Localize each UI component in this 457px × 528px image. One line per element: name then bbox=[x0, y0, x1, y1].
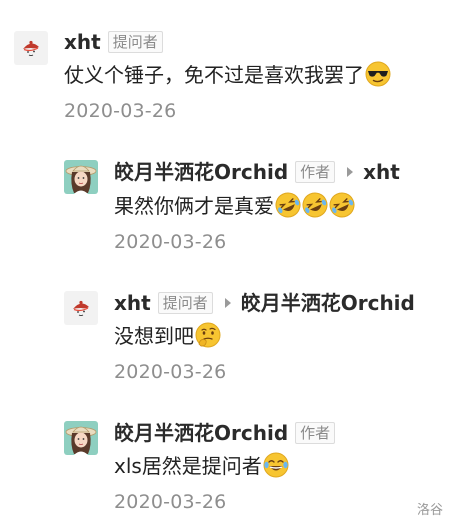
role-badge: 作者 bbox=[295, 422, 336, 444]
watermark: 洛谷 bbox=[416, 503, 443, 518]
comment-text-content: 没想到吧 bbox=[114, 324, 194, 348]
avatar[interactable] bbox=[14, 31, 48, 65]
crying-laughing-emoji bbox=[263, 452, 289, 478]
reply-arrow-icon bbox=[224, 298, 231, 308]
comment-meta: xht 提问者 皎月半洒花Orchid bbox=[114, 290, 415, 316]
comment-text-content: 果然你俩才是真爱 bbox=[114, 194, 274, 218]
role-badge: 提问者 bbox=[107, 31, 163, 53]
reply-to-username-link[interactable]: xht bbox=[363, 159, 400, 185]
orchid-avatar-image bbox=[64, 160, 98, 194]
xht-avatar-image bbox=[14, 31, 48, 65]
username-link[interactable]: xht bbox=[114, 290, 151, 316]
comment-date: 2020-03-26 bbox=[64, 100, 177, 122]
avatar[interactable] bbox=[64, 421, 98, 455]
rolling-laughing-emoji bbox=[302, 192, 328, 218]
comment-date: 2020-03-26 bbox=[114, 491, 227, 513]
comment-date: 2020-03-26 bbox=[114, 361, 227, 383]
comment-text: 仗义个锤子，免不过是喜欢我罢了 bbox=[64, 61, 391, 89]
comment-meta: 皎月半洒花Orchid 作者 bbox=[114, 420, 336, 446]
comment-text-content: xls居然是提问者 bbox=[114, 454, 262, 478]
sunglasses-emoji bbox=[365, 61, 391, 87]
comment-text: xls居然是提问者 bbox=[114, 452, 289, 480]
rolling-laughing-emoji bbox=[329, 192, 355, 218]
comment-date: 2020-03-26 bbox=[114, 231, 227, 253]
comment-meta: xht 提问者 bbox=[64, 29, 163, 55]
thinking-face-emoji bbox=[195, 322, 221, 348]
username-link[interactable]: xht bbox=[64, 29, 101, 55]
reply-arrow-icon bbox=[347, 167, 354, 177]
xht-avatar-image bbox=[64, 291, 98, 325]
username-link[interactable]: 皎月半洒花Orchid bbox=[114, 420, 288, 446]
role-badge: 作者 bbox=[295, 161, 336, 183]
comment-item: xht 提问者 仗义个锤子，免不过是喜欢我罢了 2020-03-26 bbox=[0, 0, 457, 130]
username-link[interactable]: 皎月半洒花Orchid bbox=[114, 159, 288, 185]
rolling-laughing-emoji bbox=[275, 192, 301, 218]
comment-text-content: 仗义个锤子，免不过是喜欢我罢了 bbox=[64, 63, 364, 87]
comment-text: 果然你俩才是真爱 bbox=[114, 192, 355, 220]
avatar[interactable] bbox=[64, 160, 98, 194]
avatar[interactable] bbox=[64, 291, 98, 325]
comment-text: 没想到吧 bbox=[114, 322, 221, 350]
orchid-avatar-image bbox=[64, 421, 98, 455]
role-badge: 提问者 bbox=[157, 292, 213, 314]
comment-meta: 皎月半洒花Orchid 作者 xht bbox=[114, 159, 400, 185]
reply-to-username-link[interactable]: 皎月半洒花Orchid bbox=[241, 290, 415, 316]
